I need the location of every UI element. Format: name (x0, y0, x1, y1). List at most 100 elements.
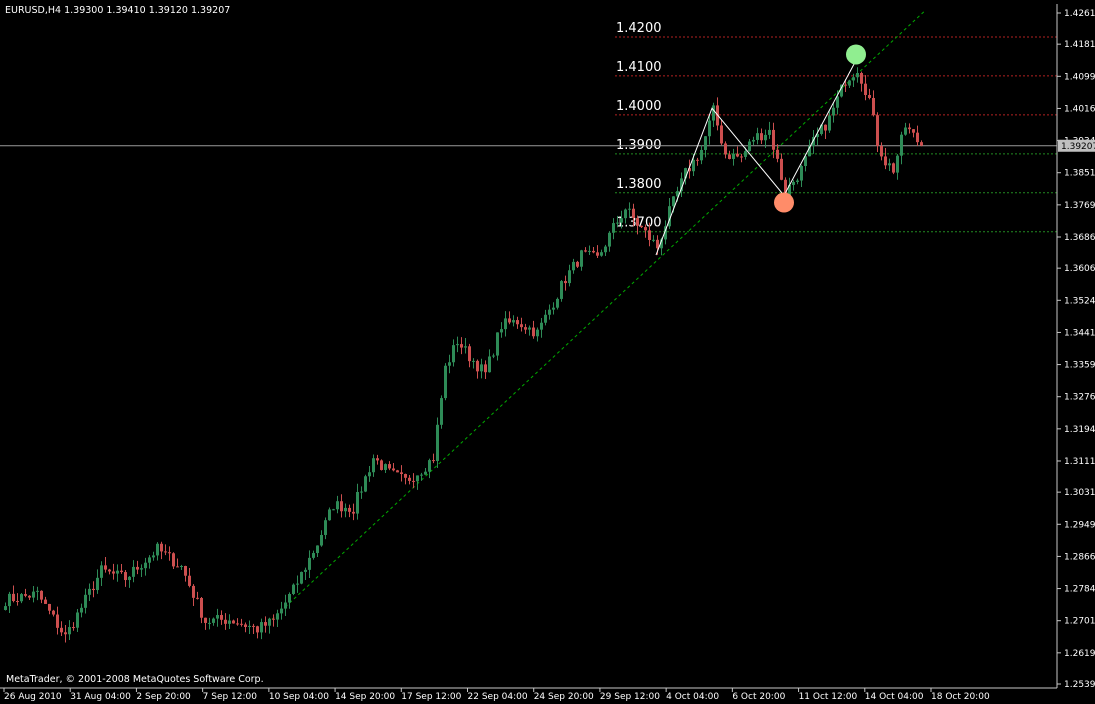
candle-body (272, 618, 275, 620)
candle-body (508, 318, 511, 323)
candle-body (736, 153, 739, 157)
candle-body (408, 477, 411, 481)
candle-body (152, 555, 155, 558)
x-tick-label: 17 Sep 12:00 (401, 692, 461, 702)
y-tick-label: 1.32765 (1064, 393, 1095, 403)
candle-body (88, 588, 91, 595)
y-tick-label: 1.26190 (1064, 649, 1095, 659)
candle-body (4, 606, 7, 610)
candle-body (220, 615, 223, 620)
candle-body (28, 595, 31, 598)
candle-body (880, 145, 883, 157)
candle-body (800, 166, 803, 181)
candle-body (852, 77, 855, 81)
candle-body (40, 590, 43, 600)
price-chart[interactable]: 1.42001.41001.40001.39001.38001.3700 1.4… (0, 0, 1095, 704)
candle-body (896, 155, 899, 173)
candle-body (32, 591, 35, 598)
candle-body (64, 632, 67, 635)
candle-body (448, 362, 451, 366)
candle-body (632, 208, 635, 219)
candle-body (856, 73, 859, 78)
y-tick-label: 1.31940 (1064, 425, 1095, 435)
candle-body (172, 553, 175, 567)
x-tick-label: 11 Oct 12:00 (799, 692, 858, 702)
candle-body (744, 151, 747, 157)
candle-body (556, 298, 559, 308)
candle-body (440, 398, 443, 425)
candle-body (488, 356, 491, 373)
candle-body (260, 622, 263, 633)
candle-body (376, 458, 379, 461)
candle-body (596, 252, 599, 256)
candle-body (652, 239, 655, 241)
candle-body (396, 470, 399, 473)
candle-body (332, 509, 335, 511)
candle-body (276, 613, 279, 620)
candle-body (568, 270, 571, 284)
candle-body (196, 597, 199, 599)
candle-body (360, 491, 363, 493)
candle-body (748, 141, 751, 152)
candle-body (176, 566, 179, 568)
candle-body (144, 562, 147, 569)
candle-body (80, 607, 83, 613)
candle-body (380, 460, 383, 470)
candle-body (36, 590, 39, 592)
candle-body (400, 472, 403, 475)
candle-body (280, 608, 283, 614)
candle-body (20, 594, 23, 602)
candle-body (84, 594, 87, 608)
candle-body (572, 261, 575, 271)
y-tick-label: 1.40165 (1064, 104, 1095, 114)
candle-body (624, 209, 627, 219)
candle-body (912, 129, 915, 133)
candle-body (324, 520, 327, 535)
candle-body (904, 127, 907, 135)
candle-body (44, 599, 47, 604)
candle-body (740, 156, 743, 158)
y-tick-label: 1.41815 (1064, 40, 1095, 50)
x-tick-label: 14 Oct 04:00 (865, 692, 924, 702)
candle-body (108, 569, 111, 572)
candle-body (720, 125, 723, 144)
candle-body (592, 250, 595, 253)
y-tick-label: 1.31115 (1064, 457, 1095, 467)
candle-body (900, 134, 903, 156)
candle-body (296, 583, 299, 585)
candle-body (96, 577, 99, 591)
candle-body (244, 624, 247, 627)
candle-body (916, 132, 919, 143)
candle-body (180, 565, 183, 567)
candle-body (548, 309, 551, 315)
candle-body (464, 346, 467, 348)
candle-body (844, 84, 847, 86)
candle-body (208, 622, 211, 624)
candle-body (100, 565, 103, 578)
candle-body (420, 474, 423, 476)
candle-body (336, 501, 339, 510)
copyright-footer: MetaTrader, © 2001-2008 MetaQuotes Softw… (6, 674, 264, 685)
candle-body (520, 324, 523, 328)
candle-body (696, 159, 699, 161)
candle-body (216, 615, 219, 619)
candle-body (72, 627, 75, 629)
candle-body (76, 612, 79, 628)
candle-body (424, 471, 427, 475)
candle-body (388, 464, 391, 469)
candle-body (772, 129, 775, 150)
candle-body (56, 614, 59, 628)
candle-body (584, 250, 587, 252)
candle-body (60, 627, 63, 633)
candle-body (284, 602, 287, 609)
candle-body (312, 553, 315, 558)
candle-body (452, 345, 455, 363)
y-tick-label: 1.40990 (1064, 72, 1095, 82)
candle-body (52, 610, 55, 615)
x-tick-label: 7 Sep 12:00 (203, 692, 258, 702)
level-label: 1.3800 (616, 177, 662, 192)
candle-body (308, 557, 311, 570)
level-label: 1.4100 (616, 60, 662, 75)
candle-body (712, 105, 715, 121)
candle-body (832, 107, 835, 116)
